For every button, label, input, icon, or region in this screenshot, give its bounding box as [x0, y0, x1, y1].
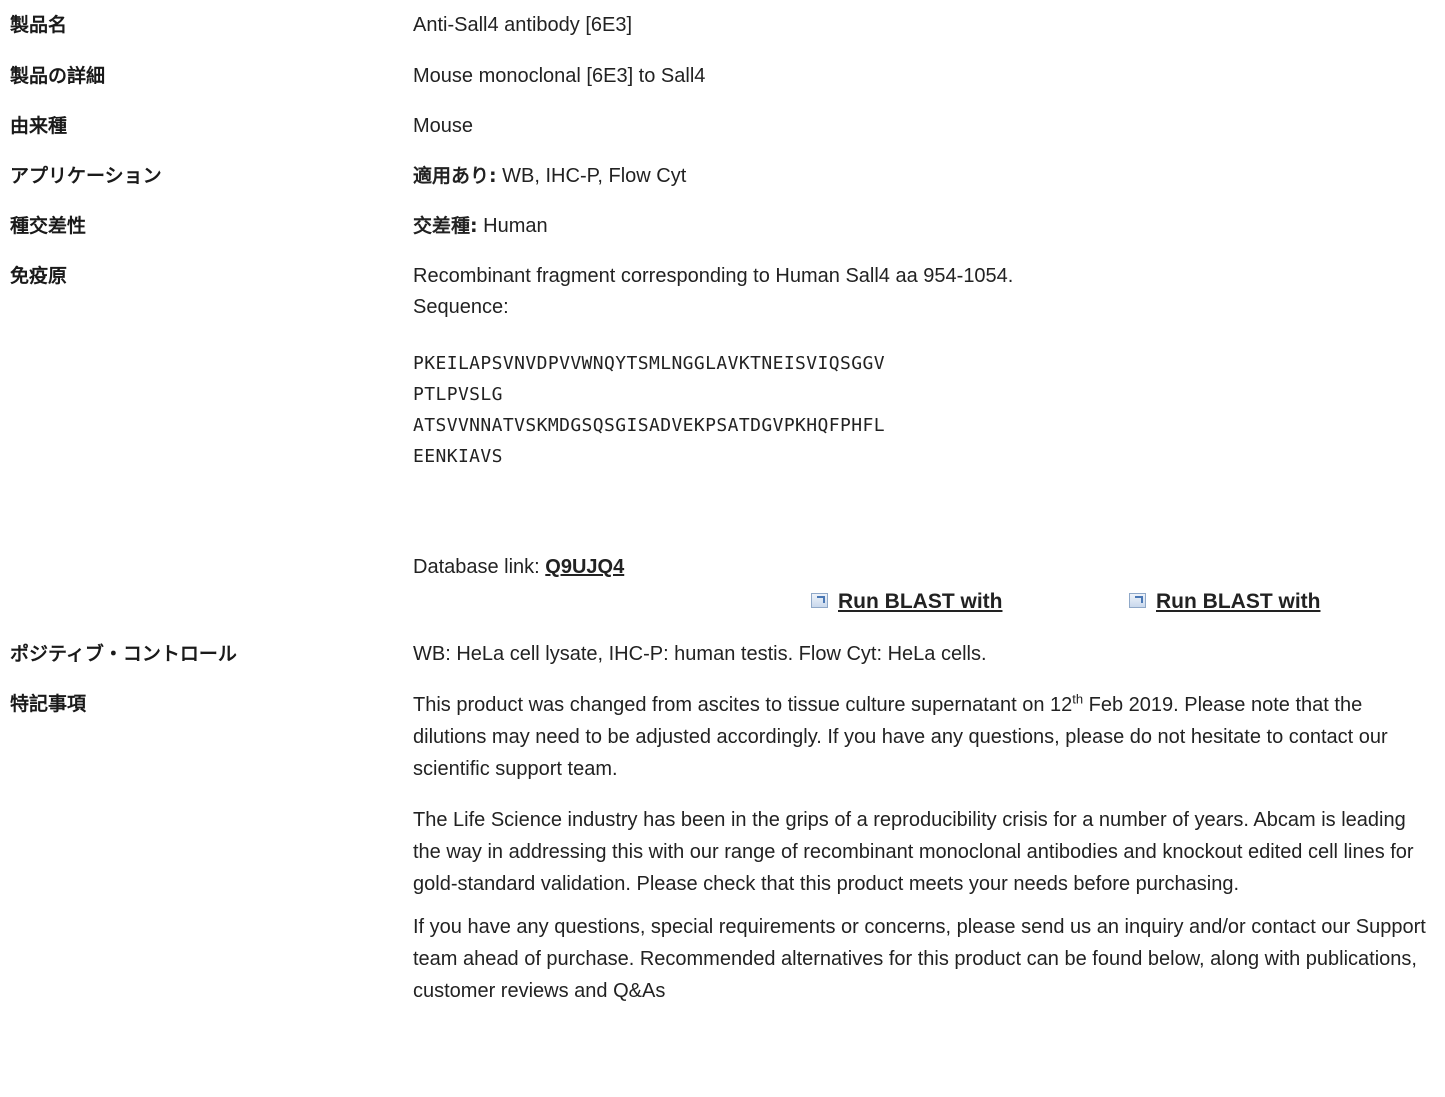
run-blast-link[interactable]: Run BLAST with: [1156, 590, 1320, 613]
value-product-detail: Mouse monoclonal [6E3] to Sall4: [413, 65, 706, 87]
label-product-detail: 製品の詳細: [10, 65, 106, 87]
external-link-icon: [811, 592, 828, 608]
value-reactivity: 交差種: Human: [413, 211, 1433, 242]
reactivity-species: Human: [477, 215, 548, 237]
sequence-line: EENKIAVS: [413, 446, 503, 467]
applications-prefix: 適用あり:: [413, 165, 497, 187]
notes-p1-sup: th: [1072, 691, 1084, 707]
value-product-name: Anti-Sall4 antibody [6E3]: [413, 14, 633, 36]
label-host: 由来種: [10, 115, 68, 137]
label-product-name: 製品名: [10, 14, 68, 36]
value-applications: 適用あり: WB, IHC-P, Flow Cyt: [413, 161, 1433, 192]
run-blast-link[interactable]: Run BLAST with: [838, 590, 1002, 613]
label-applications: アプリケーション: [10, 165, 162, 187]
value-notes: This product was changed from ascites to…: [413, 689, 1433, 1007]
sequence-line: ATSVVNNATVSKMDGSQSGISADVEKPSATDGVPKHQFPH…: [413, 415, 885, 436]
label-reactivity: 種交差性: [10, 215, 87, 237]
sequence-line: PKEILAPSVNVDPVVWNQYTSMLNGGLAVKTNEISVIQSG…: [413, 353, 885, 374]
immunogen-description: Recombinant fragment corresponding to Hu…: [413, 265, 1014, 287]
reactivity-prefix: 交差種:: [413, 215, 478, 237]
database-link-line: Database link: Q9UJQ4: [413, 552, 1433, 583]
database-link-label: Database link:: [413, 556, 546, 578]
notes-p1-text: This product was changed from ascites to…: [413, 694, 1073, 716]
database-link-q9ujq4[interactable]: Q9UJQ4: [545, 556, 624, 578]
value-host: Mouse: [413, 115, 474, 137]
run-blast-button-2[interactable]: Run BLAST with: [1129, 590, 1320, 614]
label-positive-control: ポジティブ・コントロール: [10, 643, 237, 665]
label-notes: 特記事項: [10, 693, 87, 715]
value-positive-control: WB: HeLa cell lysate, IHC-P: human testi…: [413, 643, 987, 665]
notes-paragraph-3: If you have any questions, special requi…: [413, 916, 1426, 1002]
sequence-line: PTLPVSLG: [413, 384, 503, 405]
notes-paragraph-1: This product was changed from ascites to…: [413, 689, 1433, 785]
notes-paragraph-2: The Life Science industry has been in th…: [413, 809, 1414, 895]
run-blast-button-1[interactable]: Run BLAST with: [811, 590, 1002, 614]
applications-list: WB, IHC-P, Flow Cyt: [496, 165, 687, 187]
sequence-text: PKEILAPSVNVDPVVWNQYTSMLNGGLAVKTNEISVIQSG…: [413, 348, 1433, 472]
external-link-icon: [1129, 592, 1146, 608]
sequence-heading: Sequence:: [413, 296, 509, 318]
value-immunogen: Recombinant fragment corresponding to Hu…: [413, 261, 1433, 323]
label-immunogen: 免疫原: [10, 265, 68, 287]
